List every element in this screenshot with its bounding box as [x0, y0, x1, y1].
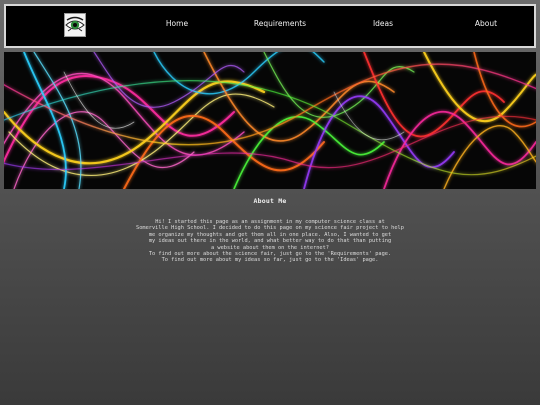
about-body-text: Hi! I started this page as an assignment… — [0, 219, 540, 264]
nav-link-requirements[interactable]: Requirements — [254, 19, 306, 28]
nav-link-about[interactable]: About — [475, 19, 497, 28]
about-section: About Me Hi! I started this page as an a… — [0, 197, 540, 264]
nav-link-ideas[interactable]: Ideas — [373, 19, 393, 28]
about-title: About Me — [253, 197, 287, 205]
colorful-light-streaks-banner — [4, 52, 536, 189]
eye-logo-icon[interactable] — [64, 13, 86, 37]
top-navigation-bar: Home Requirements Ideas About — [4, 4, 536, 48]
nav-link-home[interactable]: Home — [166, 19, 188, 28]
about-line: To find out more about my ideas so far, … — [161, 257, 379, 264]
